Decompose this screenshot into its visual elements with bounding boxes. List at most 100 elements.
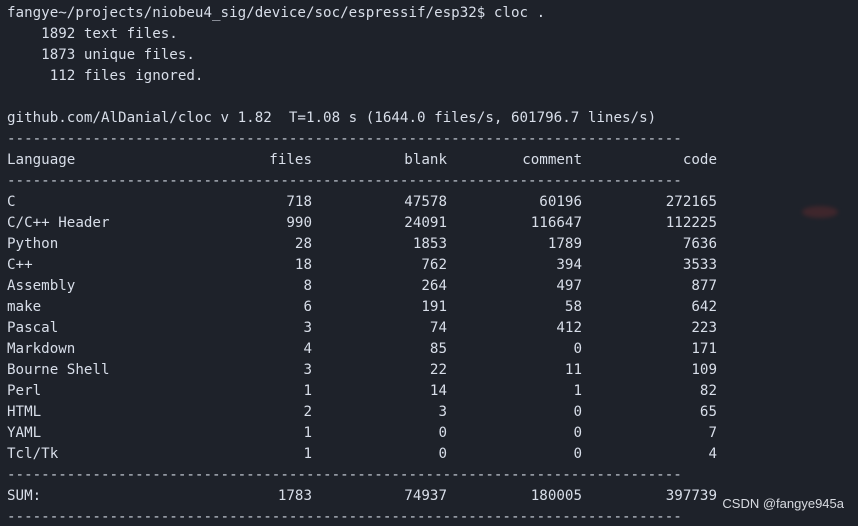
cell-comment: 0 xyxy=(573,341,582,357)
cell-blank: 0 xyxy=(438,425,447,441)
cell-comment: 116647 xyxy=(530,215,582,231)
cell-blank: 1853 xyxy=(412,236,447,252)
watermark-text: CSDN @fangye945a xyxy=(722,496,844,511)
summary-lines: 1892 text files. 1873 unique files. 112 … xyxy=(7,24,858,87)
cell-files: 4 xyxy=(303,341,312,357)
version-line: github.com/AlDanial/cloc v 1.82 T=1.08 s… xyxy=(7,110,657,126)
cell-files: 1 xyxy=(303,383,312,399)
sum-blank: 74937 xyxy=(404,488,447,504)
cell-language: C/C++ Header xyxy=(7,215,110,231)
cell-blank: 24091 xyxy=(404,215,447,231)
cell-blank: 762 xyxy=(421,257,447,273)
table-row: C 718 47578 60196 272165 xyxy=(7,192,858,213)
header-language: Language xyxy=(7,152,76,168)
cell-code: 65 xyxy=(699,404,717,420)
command-prompt-line: fangye~/projects/niobeu4_sig/device/soc/… xyxy=(7,5,546,21)
cell-code: 223 xyxy=(691,320,717,336)
header-blank: blank xyxy=(404,152,447,168)
cell-blank: 14 xyxy=(429,383,447,399)
cell-language: Perl xyxy=(7,383,42,399)
table-row: HTML 2 3 0 65 xyxy=(7,402,858,423)
cell-code: 272165 xyxy=(665,194,717,210)
cell-code: 109 xyxy=(691,362,717,378)
table-row: Markdown 4 85 0 171 xyxy=(7,339,858,360)
cell-blank: 264 xyxy=(421,278,447,294)
cell-language: Assembly xyxy=(7,278,76,294)
cell-comment: 58 xyxy=(564,299,582,315)
cell-language: Markdown xyxy=(7,341,76,357)
separator-header: ----------------------------------------… xyxy=(7,173,682,189)
cell-language: HTML xyxy=(7,404,42,420)
cell-files: 3 xyxy=(303,362,312,378)
cell-code: 642 xyxy=(691,299,717,315)
cell-comment: 0 xyxy=(573,446,582,462)
cell-files: 2 xyxy=(303,404,312,420)
table-row: C++ 18 762 394 3533 xyxy=(7,255,858,276)
table-row: Pascal 3 74 412 223 xyxy=(7,318,858,339)
sum-code: 397739 xyxy=(665,488,717,504)
table-header-row: Language files blank comment code xyxy=(7,150,858,171)
cell-files: 6 xyxy=(303,299,312,315)
cell-comment: 1 xyxy=(573,383,582,399)
cell-blank: 3 xyxy=(438,404,447,420)
table-row: Tcl/Tk 1 0 0 4 xyxy=(7,444,858,465)
cell-language: C xyxy=(7,194,16,210)
cell-code: 7 xyxy=(708,425,717,441)
cell-comment: 412 xyxy=(556,320,582,336)
summary-unique-files: 1873 unique files. xyxy=(7,47,195,63)
table-row: Perl 1 14 1 82 xyxy=(7,381,858,402)
table-row: YAML 1 0 0 7 xyxy=(7,423,858,444)
cell-blank: 0 xyxy=(438,446,447,462)
cell-files: 8 xyxy=(303,278,312,294)
terminal-window[interactable]: fangye~/projects/niobeu4_sig/device/soc/… xyxy=(0,0,858,526)
cell-code: 112225 xyxy=(665,215,717,231)
cell-blank: 74 xyxy=(429,320,447,336)
separator-top: ----------------------------------------… xyxy=(7,131,682,147)
cell-files: 28 xyxy=(294,236,312,252)
cell-comment: 394 xyxy=(556,257,582,273)
cell-comment: 1789 xyxy=(547,236,582,252)
cell-comment: 497 xyxy=(556,278,582,294)
sum-label: SUM: xyxy=(7,488,42,504)
cell-language: Pascal xyxy=(7,320,59,336)
summary-ignored-files: 112 files ignored. xyxy=(7,68,204,84)
cell-blank: 22 xyxy=(429,362,447,378)
header-comment: comment xyxy=(522,152,582,168)
table-row: Bourne Shell 3 22 11 109 xyxy=(7,360,858,381)
table-row: make 6 191 58 642 xyxy=(7,297,858,318)
cell-files: 3 xyxy=(303,320,312,336)
cell-files: 718 xyxy=(286,194,312,210)
cell-files: 990 xyxy=(286,215,312,231)
table-row: C/C++ Header 990 24091 116647 112225 xyxy=(7,213,858,234)
header-files: files xyxy=(269,152,312,168)
cell-code: 82 xyxy=(699,383,717,399)
cell-code: 4 xyxy=(708,446,717,462)
cell-files: 18 xyxy=(294,257,312,273)
sum-files: 1783 xyxy=(277,488,312,504)
red-smudge-mark xyxy=(802,206,838,218)
cell-files: 1 xyxy=(303,425,312,441)
cell-code: 7636 xyxy=(682,236,717,252)
cell-language: Python xyxy=(7,236,59,252)
header-code: code xyxy=(682,152,717,168)
cell-comment: 0 xyxy=(573,425,582,441)
cell-language: YAML xyxy=(7,425,42,441)
separator-sum: ----------------------------------------… xyxy=(7,467,682,483)
cell-comment: 11 xyxy=(564,362,582,378)
cell-code: 3533 xyxy=(682,257,717,273)
cell-language: Tcl/Tk xyxy=(7,446,59,462)
cell-language: Bourne Shell xyxy=(7,362,110,378)
cell-comment: 60196 xyxy=(539,194,582,210)
table-body: C 718 47578 60196 272165 C/C++ Header 990 24091… xyxy=(7,192,858,465)
cell-code: 877 xyxy=(691,278,717,294)
cell-blank: 85 xyxy=(429,341,447,357)
cell-language: make xyxy=(7,299,42,315)
cell-files: 1 xyxy=(303,446,312,462)
cell-comment: 0 xyxy=(573,404,582,420)
sum-comment: 180005 xyxy=(530,488,582,504)
summary-text-files: 1892 text files. xyxy=(7,26,178,42)
cell-language: C++ xyxy=(7,257,33,273)
cell-code: 171 xyxy=(691,341,717,357)
cell-blank: 47578 xyxy=(404,194,447,210)
